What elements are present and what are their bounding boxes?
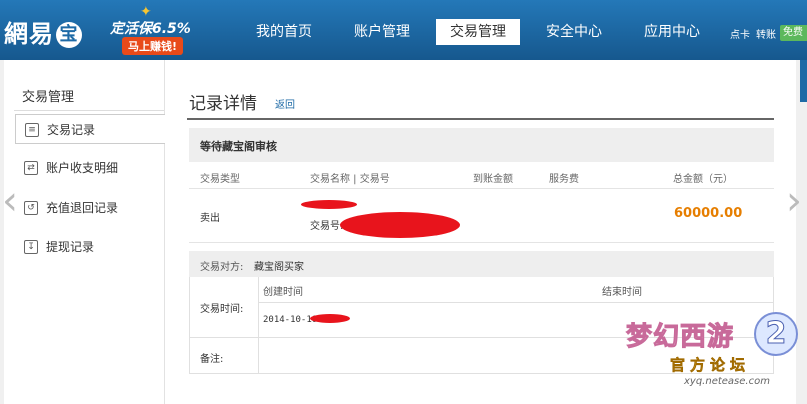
remark-label: 备注: (200, 354, 224, 365)
trade-type: 卖出 (200, 213, 220, 224)
row-divider (189, 242, 774, 243)
redaction-mark (340, 212, 460, 238)
redaction-mark (310, 314, 350, 323)
trade-number-label: 交易号: (310, 221, 344, 232)
refund-icon: ↺ (24, 201, 38, 215)
watermark-title: 梦幻西游 (625, 322, 735, 353)
title-divider (187, 118, 774, 120)
sidebar-title: 交易管理 (22, 90, 75, 105)
sidebar-item-label: 提现记录 (46, 240, 95, 254)
watermark-url: xyq.netease.com (684, 376, 770, 387)
status-text: 等待藏宝阁审核 (200, 140, 277, 153)
grid-divider (258, 302, 774, 303)
column-header-type: 交易类型 (200, 174, 240, 185)
transfer-icon: ⇄ (24, 161, 38, 175)
promo-cta: 马上赚钱! (122, 37, 184, 55)
sidebar-divider (14, 110, 164, 111)
watermark-number: 2 (754, 312, 798, 356)
counterparty-label: 交易对方: (200, 262, 244, 273)
top-link-transfer[interactable]: 转账 (756, 26, 776, 41)
column-header-fee: 服务费 (549, 174, 579, 185)
nav-apps[interactable]: 应用中心 (628, 19, 716, 45)
logo-text: 網易 (4, 20, 54, 48)
netease-logo[interactable]: 網易宝 (4, 14, 82, 49)
nav-home[interactable]: 我的首页 (240, 19, 328, 45)
withdraw-icon: ↧ (24, 240, 38, 254)
chevron-left-icon[interactable]: ‹ (0, 178, 20, 224)
nav-account[interactable]: 账户管理 (338, 19, 426, 45)
promo-banner[interactable]: ✦ 定活保6.5% 马上赚钱! (106, 4, 202, 55)
created-time-value: 2014-10-10 (263, 315, 318, 325)
chevron-right-icon[interactable]: › (784, 178, 804, 224)
watermark-subtitle: 官方论坛 (670, 356, 751, 375)
right-edge-bar (800, 60, 807, 102)
sidebar-item-refund-records[interactable]: ↺ 充值退回记录 (15, 193, 165, 223)
trade-time-label: 交易时间: (200, 304, 244, 315)
sidebar-item-account-details[interactable]: ⇄ 账户收支明细 (15, 153, 165, 183)
top-link-card[interactable]: 点卡 (730, 26, 750, 41)
column-header-name: 交易名称 | 交易号 (310, 174, 390, 185)
list-icon: ≡ (25, 123, 39, 137)
nav-security[interactable]: 安全中心 (530, 19, 618, 45)
redaction-mark (301, 200, 357, 209)
back-link[interactable]: 返回 (275, 96, 295, 111)
ended-time-label: 结束时间 (602, 287, 642, 298)
sidebar-item-label: 交易记录 (47, 123, 96, 137)
promo-title: 定活保6.5% (110, 21, 191, 37)
sidebar-item-withdraw-records[interactable]: ↧ 提现记录 (15, 232, 165, 262)
grid-divider (258, 277, 259, 374)
forum-watermark: 梦幻西游 2 官方论坛 xyq.netease.com (625, 312, 802, 402)
logo-circle: 宝 (56, 22, 82, 48)
sidebar-item-trade-records[interactable]: ≡ 交易记录 (15, 114, 165, 144)
created-time-label: 创建时间 (263, 287, 303, 298)
total-amount: 60000.00 (674, 206, 743, 221)
column-header-total: 总金额（元） (673, 174, 733, 185)
page-title: 记录详情 (189, 94, 257, 114)
counterparty-value: 藏宝阁买家 (254, 262, 304, 273)
sidebar-item-label: 账户收支明细 (46, 161, 119, 175)
sidebar-item-label: 充值退回记录 (46, 201, 119, 215)
row-divider (189, 188, 774, 189)
column-header-received: 到账金额 (473, 174, 513, 185)
free-button[interactable]: 免费 (780, 25, 807, 41)
nav-trade[interactable]: 交易管理 (436, 19, 520, 45)
